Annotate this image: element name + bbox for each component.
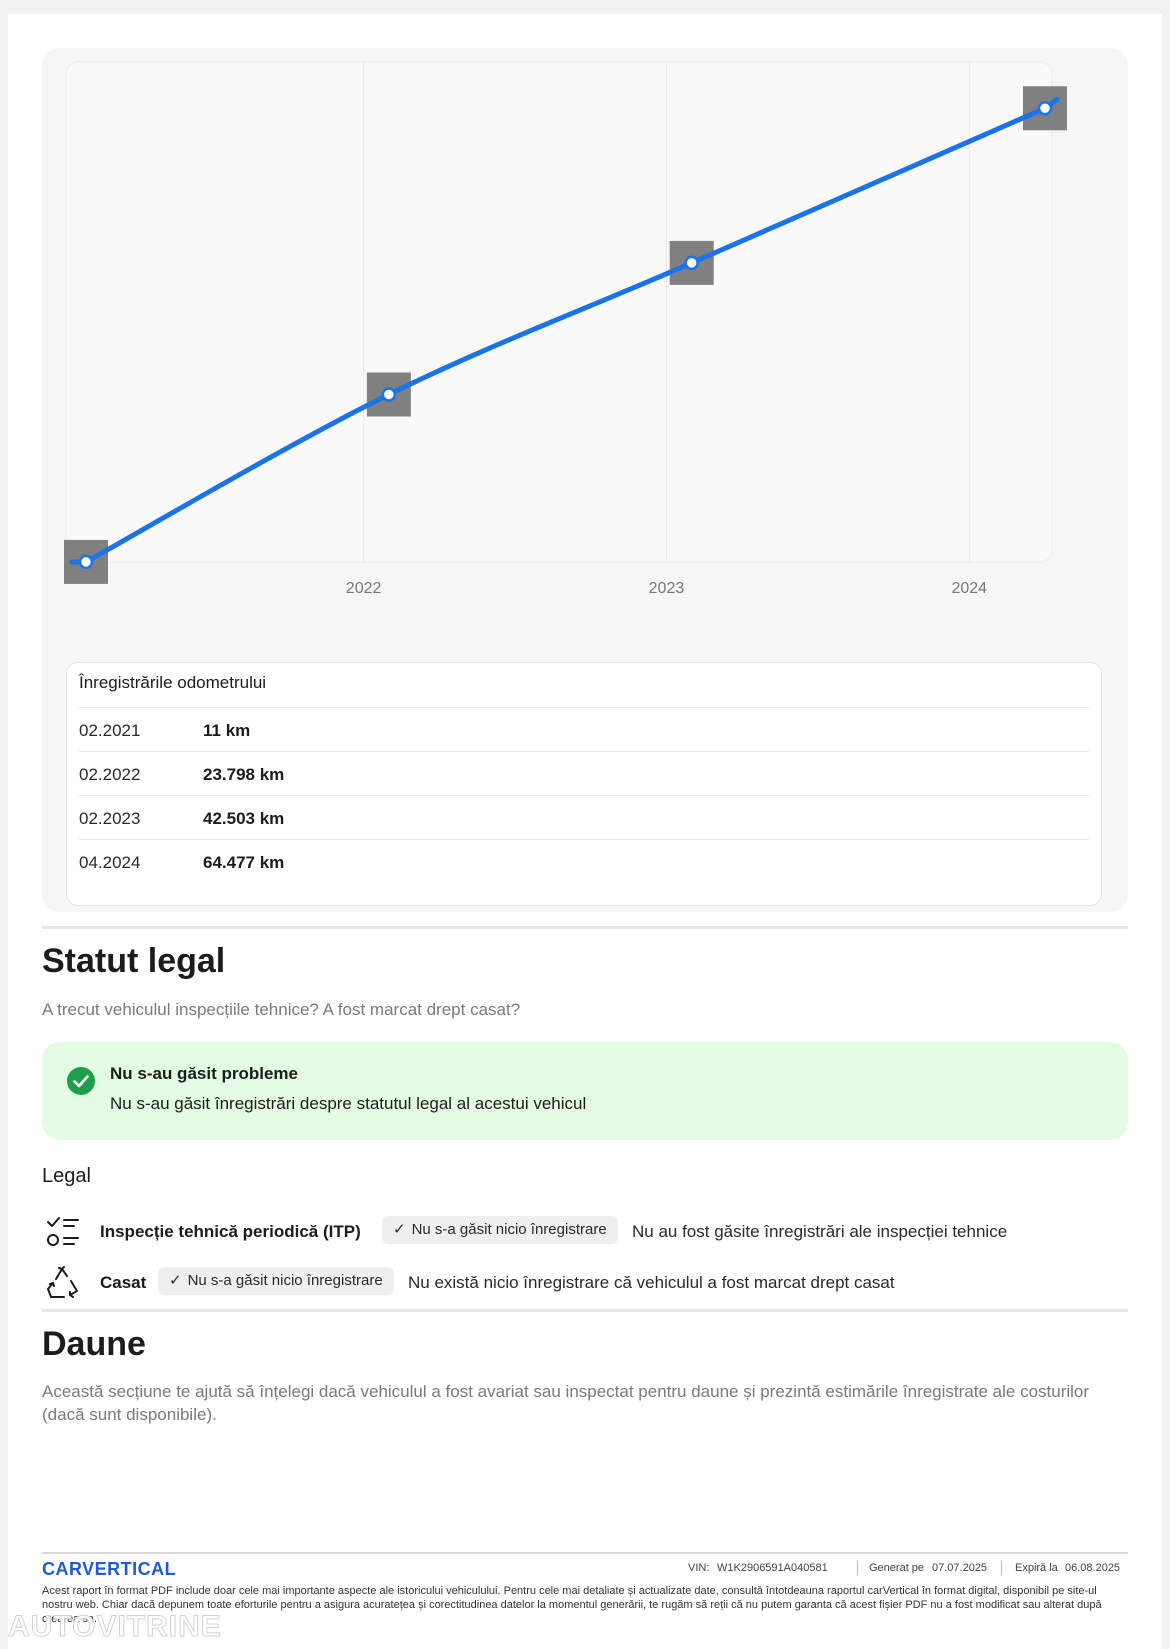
recycle-icon bbox=[47, 1266, 78, 1298]
casat-badge-text: Nu s-a găsit nicio înregistrare bbox=[187, 1272, 383, 1289]
legal-item-casat: Casat ✓ Nu s-a găsit nicio înregistrare N… bbox=[42, 1261, 1128, 1305]
checklist-icon bbox=[47, 1217, 79, 1246]
vin-value: W1K2906591A040581 bbox=[717, 1562, 828, 1574]
table-row: 04.2024 64.477 km bbox=[79, 839, 1089, 886]
itp-badge-text: Nu s-a găsit nicio înregistrare bbox=[411, 1221, 607, 1238]
check-icon: ✓ bbox=[169, 1272, 182, 1289]
damage-title: Daune bbox=[42, 1325, 146, 1363]
casat-status-badge: ✓ Nu s-a găsit nicio înregistrare bbox=[158, 1267, 394, 1295]
odometer-chart-card: 2022 2023 2024 Înregistrările odometrului … bbox=[42, 48, 1128, 912]
itp-status-badge: ✓ Nu s-a găsit nicio înregistrare bbox=[382, 1216, 618, 1244]
expires-date: 06.08.2025 bbox=[1065, 1562, 1121, 1574]
damage-subtitle: Această secțiune te ajută să înțelegi da… bbox=[42, 1382, 1090, 1424]
row-date: 02.2022 bbox=[79, 765, 141, 784]
section-divider bbox=[42, 1309, 1128, 1312]
table-row: 02.2021 11 km bbox=[79, 707, 1089, 754]
x-tick-label: 2022 bbox=[346, 580, 382, 597]
generated-label: Generat pe bbox=[869, 1562, 925, 1574]
footer-divider bbox=[42, 1552, 1128, 1554]
no-issues-text: Nu s-au găsit înregistrări despre statut… bbox=[110, 1094, 587, 1113]
table-row: 02.2023 42.503 km bbox=[79, 795, 1089, 842]
row-date: 02.2023 bbox=[79, 809, 141, 828]
data-point bbox=[684, 255, 699, 271]
data-point bbox=[1037, 101, 1053, 116]
no-issues-title: Nu s-au găsit probleme bbox=[110, 1064, 298, 1083]
row-date: 02.2021 bbox=[79, 721, 141, 740]
legal-status-title: Statut legal bbox=[42, 942, 226, 980]
data-point bbox=[381, 387, 397, 402]
meta-separator bbox=[857, 1561, 858, 1575]
itp-description: Nu au fost găsite înregistrări ale inspe… bbox=[632, 1222, 1008, 1241]
row-km: 42.503 km bbox=[203, 809, 285, 828]
row-date: 04.2024 bbox=[79, 853, 141, 872]
odometer-chart: 2022 2023 2024 bbox=[64, 61, 1067, 597]
x-tick-label: 2023 bbox=[649, 580, 685, 597]
odometer-table-title: Înregistrările odometrului bbox=[79, 673, 267, 692]
legal-status-subtitle: A trecut vehiculul inspecțiile tehnice? … bbox=[42, 1000, 521, 1019]
row-km: 11 km bbox=[203, 721, 251, 740]
row-km: 64.477 km bbox=[203, 853, 285, 872]
no-issues-banner: Nu s-au găsit probleme Nu s-au găsit înr… bbox=[42, 1042, 1128, 1140]
report-page: 2022 2023 2024 Înregistrările odometrului … bbox=[8, 14, 1162, 1649]
legal-section-label: Legal bbox=[42, 1165, 91, 1187]
legal-item-itp: Inspecție tehnică periodică (ITP) ✓ Nu s-… bbox=[42, 1210, 1128, 1254]
table-row: 02.2022 23.798 km bbox=[79, 751, 1089, 798]
meta-separator bbox=[1001, 1561, 1002, 1575]
check-circle-icon bbox=[67, 1067, 95, 1095]
vin-label: VIN: bbox=[688, 1562, 710, 1574]
expires-label: Expiră la bbox=[1015, 1562, 1058, 1574]
check-icon: ✓ bbox=[393, 1221, 406, 1238]
carvertical-logo: CARVERTICAL bbox=[42, 1559, 177, 1579]
odometer-table: Înregistrările odometrului 02.2021 11 km… bbox=[66, 662, 1102, 906]
x-tick-label: 2024 bbox=[951, 580, 987, 597]
itp-label: Inspecție tehnică periodică (ITP) bbox=[100, 1222, 361, 1241]
casat-description: Nu există nicio înregistrare că vehiculu… bbox=[408, 1273, 895, 1292]
watermark: AUTOVITRINE bbox=[8, 1610, 222, 1644]
generated-date: 07.07.2025 bbox=[932, 1562, 988, 1574]
casat-label: Casat bbox=[100, 1273, 147, 1292]
section-divider bbox=[42, 926, 1128, 929]
row-km: 23.798 km bbox=[203, 765, 285, 784]
data-point bbox=[78, 554, 94, 570]
